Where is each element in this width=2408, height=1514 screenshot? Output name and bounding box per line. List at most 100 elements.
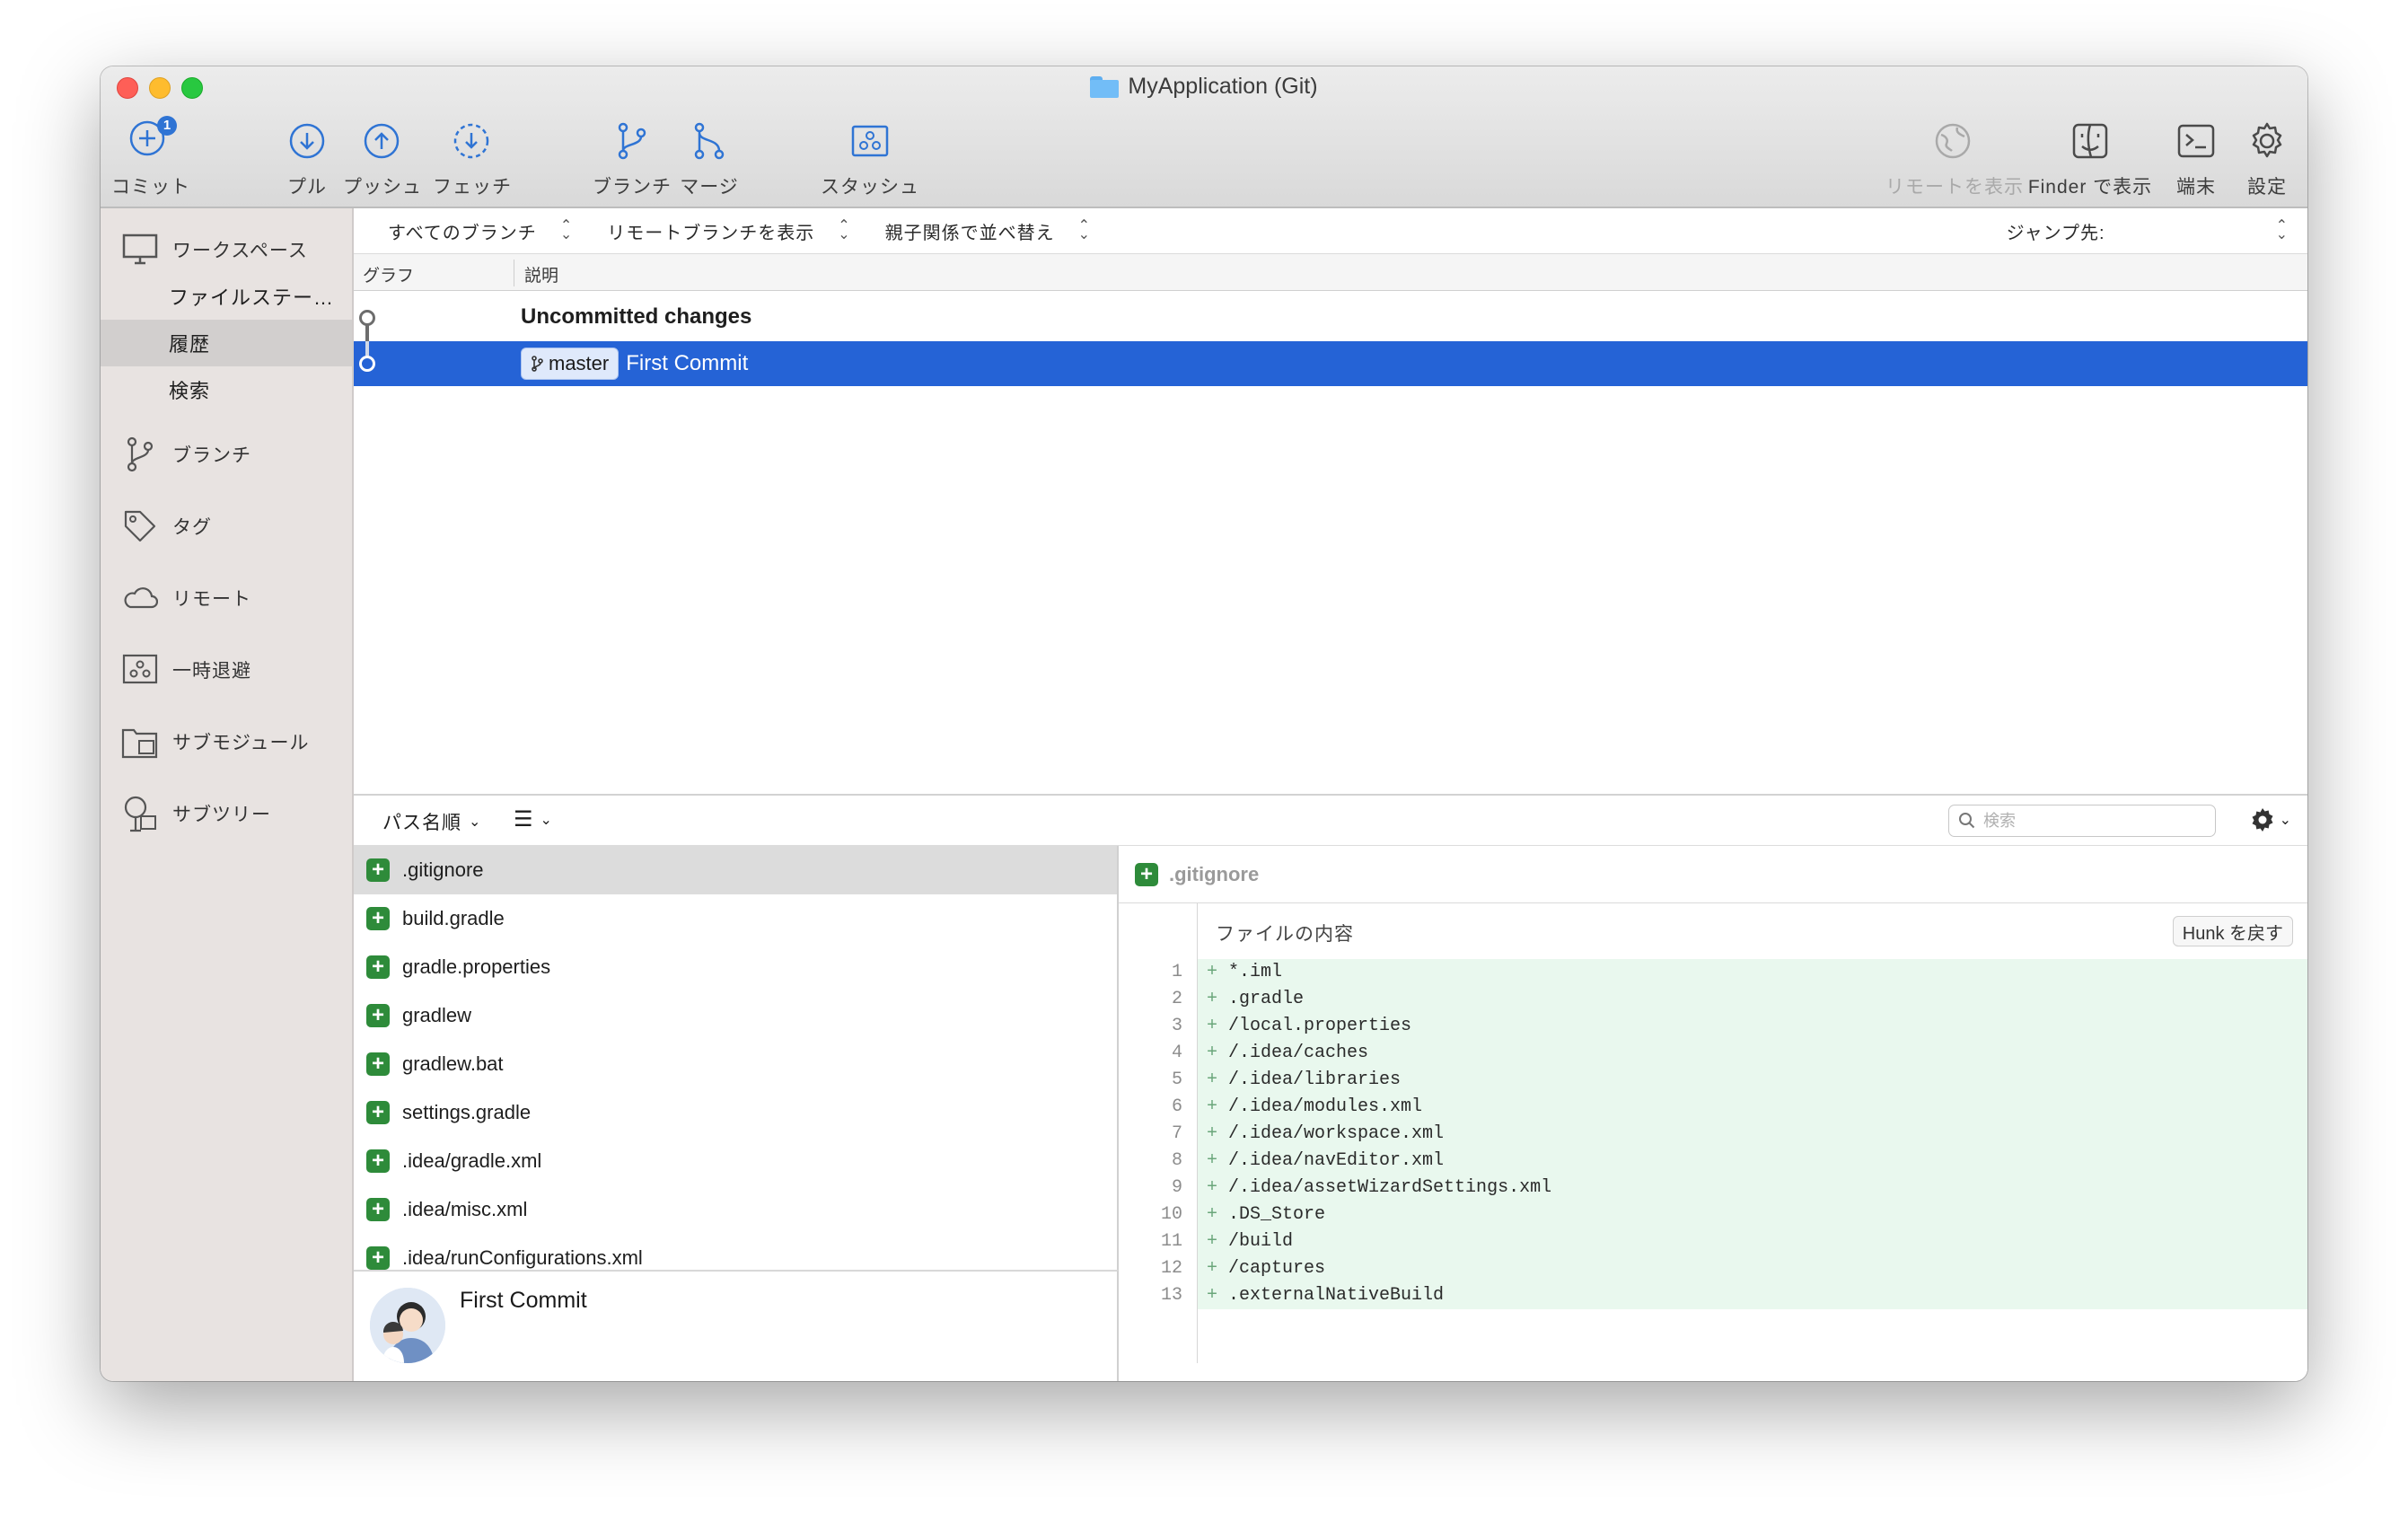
line-gutter <box>1119 903 1198 959</box>
file-search-field[interactable] <box>1948 805 2216 837</box>
commit-button[interactable]: 1 コミット <box>111 115 189 199</box>
added-marker: + <box>1207 1231 1218 1252</box>
show-remote-button[interactable]: リモートを表示 <box>1885 115 2023 199</box>
file-search-input[interactable] <box>1983 811 2199 831</box>
line-text: .gradle <box>1228 989 1305 1009</box>
branch-button[interactable]: ブランチ <box>593 115 671 199</box>
commit-count-badge: 1 <box>157 116 177 136</box>
diff-line[interactable]: 12 + /captures <box>1119 1255 2307 1282</box>
fetch-icon <box>453 123 489 159</box>
sort-order-select[interactable]: 親子関係で並べ替え ⌃ ⌄ <box>885 218 1091 244</box>
diff-line[interactable]: 10 + .DS_Store <box>1119 1202 2307 1228</box>
sidebar-item-remotes[interactable]: リモート <box>101 575 352 621</box>
sort-by-path-label: パス名順 <box>382 813 461 833</box>
commit-message: First Commit <box>460 1288 587 1313</box>
terminal-label: 端末 <box>2176 177 2216 198</box>
diff-line[interactable]: 5 + /.idea/libraries <box>1119 1067 2307 1094</box>
file-row[interactable]: + .gitignore <box>354 846 1117 894</box>
sidebar-tags-label: タグ <box>172 517 212 538</box>
stash-button[interactable]: スタッシュ <box>821 115 919 199</box>
graph-edge <box>365 341 369 356</box>
added-line-code: + /.idea/libraries <box>1198 1067 2307 1094</box>
sidebar-subtrees-label: サブツリー <box>172 805 271 825</box>
terminal-button[interactable]: 端末 <box>2166 115 2227 199</box>
line-text: /.idea/navEditor.xml <box>1228 1150 1445 1171</box>
file-options-dropdown[interactable]: ⌄ <box>2249 806 2291 833</box>
line-text: /.idea/libraries <box>1228 1069 1402 1090</box>
diff-line[interactable]: 7 + /.idea/workspace.xml <box>1119 1121 2307 1148</box>
file-row[interactable]: + settings.gradle <box>354 1088 1117 1137</box>
sidebar-item-search[interactable]: 検索 <box>101 366 352 413</box>
settings-button[interactable]: 設定 <box>2237 115 2297 199</box>
file-row[interactable]: + gradlew <box>354 991 1117 1040</box>
chevron-updown-icon: ⌃ ⌄ <box>838 218 851 242</box>
pull-button[interactable]: プル <box>280 115 334 199</box>
diff-line[interactable]: 3 + /local.properties <box>1119 1013 2307 1040</box>
line-text: .DS_Store <box>1228 1204 1326 1225</box>
sidebar-workspace-label: ワークスペース <box>172 241 308 261</box>
sidebar-item-history[interactable]: 履歴 <box>101 320 352 366</box>
sidebar-item-file-status[interactable]: ファイルステー… <box>101 273 352 320</box>
added-line-code: + /build <box>1198 1228 2307 1255</box>
jump-to-select[interactable]: ジャンプ先: ⌃ ⌄ <box>2007 208 2288 253</box>
sidebar-item-subtrees[interactable]: サブツリー <box>101 790 352 837</box>
file-row[interactable]: + gradlew.bat <box>354 1040 1117 1088</box>
diff-line[interactable]: 11 + /build <box>1119 1228 2307 1255</box>
diff-line[interactable]: 8 + /.idea/navEditor.xml <box>1119 1148 2307 1175</box>
line-text: /.idea/modules.xml <box>1228 1096 1423 1117</box>
globe-icon <box>1935 123 1971 159</box>
chevron-down-icon: ⌄ <box>540 812 552 828</box>
diff-line[interactable]: 6 + /.idea/modules.xml <box>1119 1094 2307 1121</box>
commit-row-uncommitted[interactable]: Uncommitted changes <box>354 295 2307 339</box>
sidebar-item-stashes[interactable]: 一時退避 <box>101 647 352 693</box>
graph-column-header[interactable]: グラフ <box>363 262 414 286</box>
push-button[interactable]: プッシュ <box>343 115 422 199</box>
added-icon: + <box>366 907 390 930</box>
line-number: 9 <box>1119 1175 1198 1202</box>
line-number: 7 <box>1119 1121 1198 1148</box>
sidebar-item-submodules[interactable]: サブモジュール <box>101 718 352 765</box>
file-row[interactable]: + .idea/misc.xml <box>354 1185 1117 1234</box>
sidebar-workspace-header[interactable]: ワークスペース <box>101 226 352 273</box>
added-icon: + <box>366 1101 390 1124</box>
diff-line[interactable]: 2 + .gradle <box>1119 986 2307 1013</box>
diff-line[interactable]: 4 + /.idea/caches <box>1119 1040 2307 1067</box>
remote-branch-filter-label: リモートブランチを表示 <box>607 223 815 243</box>
branch-icon <box>618 122 646 160</box>
sidebar-item-branches[interactable]: ブランチ <box>101 431 352 478</box>
file-path: .idea/runConfigurations.xml <box>402 1246 643 1269</box>
sidebar-item-tags[interactable]: タグ <box>101 503 352 550</box>
file-row[interactable]: + build.gradle <box>354 894 1117 943</box>
diff-line[interactable]: 9 + /.idea/assetWizardSettings.xml <box>1119 1175 2307 1202</box>
description-column-header[interactable]: 説明 <box>524 262 558 286</box>
stash-icon <box>120 650 160 690</box>
file-row[interactable]: + .idea/gradle.xml <box>354 1137 1117 1185</box>
branch-filter-select[interactable]: すべてのブランチ ⌃ ⌄ <box>388 218 573 244</box>
diff-file-name: .gitignore <box>1169 862 1260 885</box>
merge-button[interactable]: マージ <box>675 115 743 199</box>
chevron-updown-icon: ⌃ ⌄ <box>559 218 574 242</box>
branch-tag[interactable]: master <box>521 348 620 380</box>
gear-icon <box>2252 808 2273 832</box>
commit-row-selected[interactable]: master First Commit <box>354 341 2307 386</box>
line-text: /build <box>1228 1231 1294 1252</box>
push-label: プッシュ <box>343 177 422 198</box>
monitor-icon <box>120 230 160 269</box>
chevron-down-icon: ⌄ <box>469 814 482 830</box>
app-window: MyApplication (Git) 1 コミット プル プッシュ フェッチ … <box>101 66 2307 1381</box>
file-row[interactable]: + gradle.properties <box>354 943 1117 991</box>
list-icon: ☰ <box>514 807 533 832</box>
revert-hunk-button[interactable]: Hunk を戻す <box>2172 916 2293 946</box>
view-mode-dropdown[interactable]: ☰ ⌄ <box>514 806 552 832</box>
sort-by-path-dropdown[interactable]: パス名順 ⌄ <box>382 808 481 835</box>
gear-icon <box>2252 122 2282 158</box>
remote-branch-filter-select[interactable]: リモートブランチを表示 ⌃ ⌄ <box>607 218 850 244</box>
fetch-button[interactable]: フェッチ <box>433 115 511 199</box>
added-icon: + <box>1135 862 1158 886</box>
show-in-finder-button[interactable]: Finder で表示 <box>2027 115 2153 199</box>
diff-line[interactable]: 1 + *.iml <box>1119 959 2307 986</box>
branch-icon <box>120 435 160 474</box>
added-line-code: + /.idea/assetWizardSettings.xml <box>1198 1175 2307 1202</box>
file-path: .gitignore <box>402 858 484 881</box>
diff-line[interactable]: 13 + .externalNativeBuild <box>1119 1282 2307 1309</box>
